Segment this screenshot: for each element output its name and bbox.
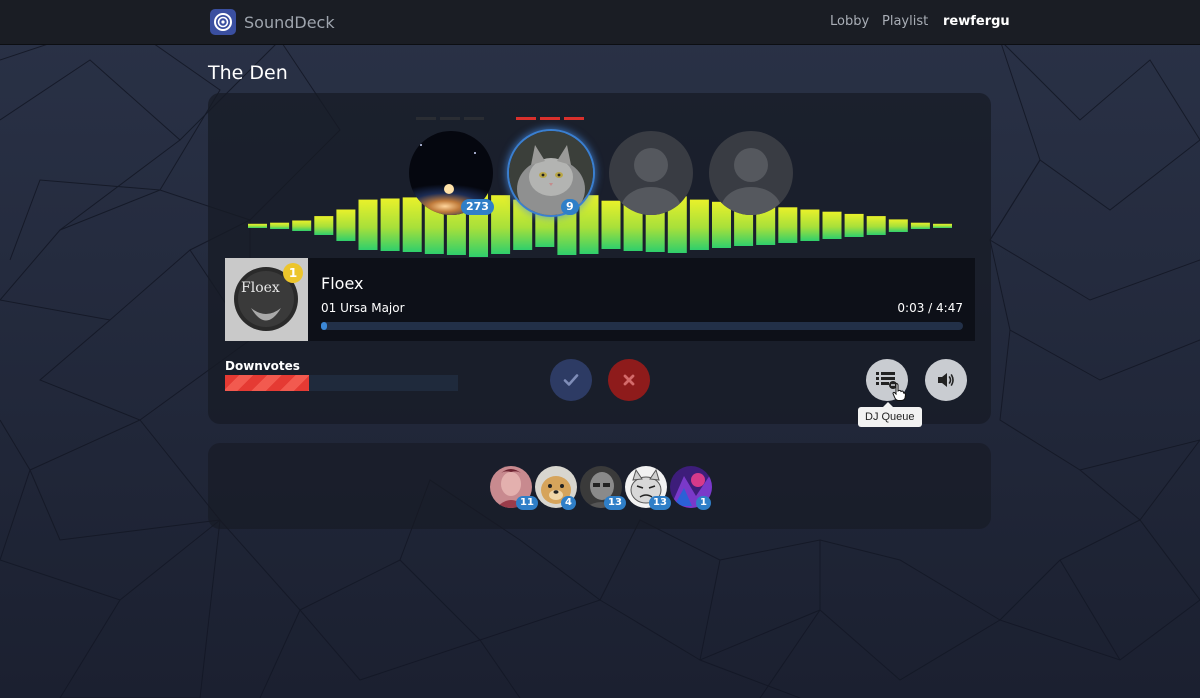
track-time: 0:03 / 4:47 <box>897 301 963 315</box>
album-logo-text: Floex <box>241 280 280 296</box>
audience-points-badge: 4 <box>561 496 576 510</box>
audience-member[interactable]: 1 <box>670 466 712 510</box>
close-icon <box>623 374 635 386</box>
navbar: SoundDeck Lobby Playlist rewfergu <box>0 0 1200 45</box>
volume-button[interactable] <box>925 359 967 401</box>
room-title: The Den <box>208 62 288 84</box>
audience-points-badge: 13 <box>604 496 626 510</box>
volume-icon <box>938 373 954 387</box>
nav-link-lobby[interactable]: Lobby <box>830 14 869 29</box>
nav-user-menu[interactable]: rewfergu <box>943 14 1010 29</box>
downvotes-label: Downvotes <box>225 359 300 373</box>
brand-name: SoundDeck <box>244 12 335 32</box>
audience-member[interactable]: 13 <box>580 466 626 510</box>
downvotes-meter-fill <box>225 375 309 391</box>
audience-points-badge: 13 <box>649 496 671 510</box>
artist-name: Floex <box>321 274 364 293</box>
downvote-button[interactable] <box>608 359 650 401</box>
empty-user-icon[interactable] <box>709 131 793 215</box>
audience-points-badge: 1 <box>696 496 711 510</box>
now-playing-bar: Floex 1 Floex 01 Ursa Major 0:03 / 4:47 <box>225 258 975 341</box>
dj-queue-tooltip: DJ Queue <box>858 402 922 427</box>
dj-points-badge: 9 <box>561 199 579 215</box>
track-title: 01 Ursa Major <box>321 301 405 315</box>
nav-link-playlist[interactable]: Playlist <box>882 14 928 29</box>
dj-slot-4-empty[interactable] <box>709 131 793 215</box>
dj-vote-indicator <box>516 117 584 120</box>
dj-slot-3-empty[interactable] <box>609 131 693 215</box>
audience-member[interactable]: 13 <box>625 466 671 510</box>
empty-user-icon[interactable] <box>609 131 693 215</box>
sounddeck-logo-icon <box>210 9 236 35</box>
dj-points-badge: 273 <box>461 199 494 215</box>
gray-cat-image <box>509 131 593 215</box>
dj-avatar[interactable] <box>509 131 593 215</box>
check-icon <box>563 374 579 386</box>
hand-cursor-icon <box>892 383 906 401</box>
track-progress[interactable] <box>321 322 963 330</box>
track-progress-fill <box>321 322 328 330</box>
queue-position-badge: 1 <box>283 263 303 283</box>
dj-vote-indicator <box>416 117 484 120</box>
upvote-button[interactable] <box>550 359 592 401</box>
album-art: Floex 1 <box>225 258 308 341</box>
audience-member[interactable]: 11 <box>490 466 538 510</box>
dj-slot-1[interactable]: 273 <box>409 117 494 215</box>
dj-queue-button[interactable] <box>866 359 908 401</box>
dj-slot-2-current[interactable]: 9 <box>509 117 593 215</box>
brand[interactable]: SoundDeck <box>210 9 335 35</box>
downvotes-meter <box>225 375 458 391</box>
audience-member[interactable]: 4 <box>535 466 577 510</box>
